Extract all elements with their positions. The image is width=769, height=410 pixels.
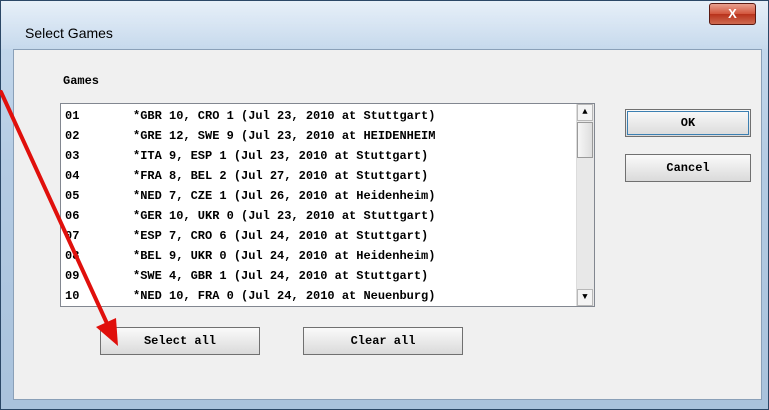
title-bar[interactable]: Select Games X bbox=[1, 1, 768, 43]
list-item[interactable]: 04 *FRA 8, BEL 2 (Jul 27, 2010 at Stuttga… bbox=[65, 166, 575, 186]
list-item[interactable]: 03 *ITA 9, ESP 1 (Jul 23, 2010 at Stuttga… bbox=[65, 146, 575, 166]
games-label: Games bbox=[63, 74, 100, 88]
list-item[interactable]: 08 *BEL 9, UKR 0 (Jul 24, 2010 at Heidenh… bbox=[65, 246, 575, 266]
list-item[interactable]: 09 *SWE 4, GBR 1 (Jul 24, 2010 at Stuttga… bbox=[65, 266, 575, 286]
cancel-button-label: Cancel bbox=[666, 161, 710, 175]
game-number: 05 bbox=[65, 189, 80, 203]
game-description: *BEL 9, UKR 0 (Jul 24, 2010 at Heidenhei… bbox=[133, 249, 436, 263]
list-item[interactable]: 06 *GER 10, UKR 0 (Jul 23, 2010 at Stuttg… bbox=[65, 206, 575, 226]
game-number: 09 bbox=[65, 269, 80, 283]
game-description: *NED 10, FRA 0 (Jul 24, 2010 at Neuenbur… bbox=[133, 289, 436, 303]
game-description: *FRA 8, BEL 2 (Jul 27, 2010 at Stuttgart… bbox=[133, 169, 429, 183]
clear-all-label: Clear all bbox=[350, 334, 416, 348]
game-description: *NED 7, CZE 1 (Jul 26, 2010 at Heidenhei… bbox=[133, 189, 436, 203]
dialog-client-area: Games 01 *GBR 10, CRO 1 (Jul 23, 2010 at … bbox=[13, 49, 762, 400]
game-description: *ITA 9, ESP 1 (Jul 23, 2010 at Stuttgart… bbox=[133, 149, 429, 163]
scroll-up-icon: ▲ bbox=[582, 107, 588, 117]
game-number: 06 bbox=[65, 209, 80, 223]
list-item[interactable]: 05 *NED 7, CZE 1 (Jul 26, 2010 at Heidenh… bbox=[65, 186, 575, 206]
games-list: 01 *GBR 10, CRO 1 (Jul 23, 2010 at Stuttg… bbox=[61, 104, 577, 306]
game-number: 02 bbox=[65, 129, 80, 143]
list-item[interactable]: 01 *GBR 10, CRO 1 (Jul 23, 2010 at Stuttg… bbox=[65, 106, 575, 126]
game-description: *GER 10, UKR 0 (Jul 23, 2010 at Stuttgar… bbox=[133, 209, 436, 223]
game-number: 10 bbox=[65, 289, 80, 303]
ok-button[interactable]: OK bbox=[625, 109, 751, 137]
select-all-label: Select all bbox=[143, 334, 216, 348]
close-button[interactable]: X bbox=[709, 3, 756, 25]
scroll-down-icon: ▼ bbox=[582, 292, 588, 302]
list-item[interactable]: 07 *ESP 7, CRO 6 (Jul 24, 2010 at Stuttga… bbox=[65, 226, 575, 246]
dialog-window: Select Games X Games 01 *GBR 10, CRO 1 (J… bbox=[0, 0, 769, 410]
scroll-down-button[interactable]: ▼ bbox=[577, 289, 593, 306]
list-item[interactable]: 10 *NED 10, FRA 0 (Jul 24, 2010 at Neuenb… bbox=[65, 286, 575, 306]
scroll-up-button[interactable]: ▲ bbox=[577, 104, 593, 121]
game-description: *GBR 10, CRO 1 (Jul 23, 2010 at Stuttgar… bbox=[133, 109, 436, 123]
vertical-scrollbar[interactable]: ▲ ▼ bbox=[576, 104, 594, 306]
game-number: 08 bbox=[65, 249, 80, 263]
games-listbox[interactable]: 01 *GBR 10, CRO 1 (Jul 23, 2010 at Stuttg… bbox=[60, 103, 595, 307]
scroll-thumb[interactable] bbox=[577, 122, 593, 158]
select-all-button[interactable]: Select all bbox=[100, 327, 260, 355]
ok-button-label: OK bbox=[680, 116, 696, 130]
game-description: *ESP 7, CRO 6 (Jul 24, 2010 at Stuttgart… bbox=[133, 229, 429, 243]
clear-all-button[interactable]: Clear all bbox=[303, 327, 463, 355]
game-number: 01 bbox=[65, 109, 80, 123]
game-number: 03 bbox=[65, 149, 80, 163]
game-number: 07 bbox=[65, 229, 80, 243]
cancel-button[interactable]: Cancel bbox=[625, 154, 751, 182]
window-title: Select Games bbox=[25, 25, 113, 41]
close-icon: X bbox=[728, 6, 737, 21]
game-number: 04 bbox=[65, 169, 80, 183]
game-description: *SWE 4, GBR 1 (Jul 24, 2010 at Stuttgart… bbox=[133, 269, 429, 283]
list-item[interactable]: 02 *GRE 12, SWE 9 (Jul 23, 2010 at HEIDEN… bbox=[65, 126, 575, 146]
game-description: *GRE 12, SWE 9 (Jul 23, 2010 at HEIDENHE… bbox=[133, 129, 436, 143]
